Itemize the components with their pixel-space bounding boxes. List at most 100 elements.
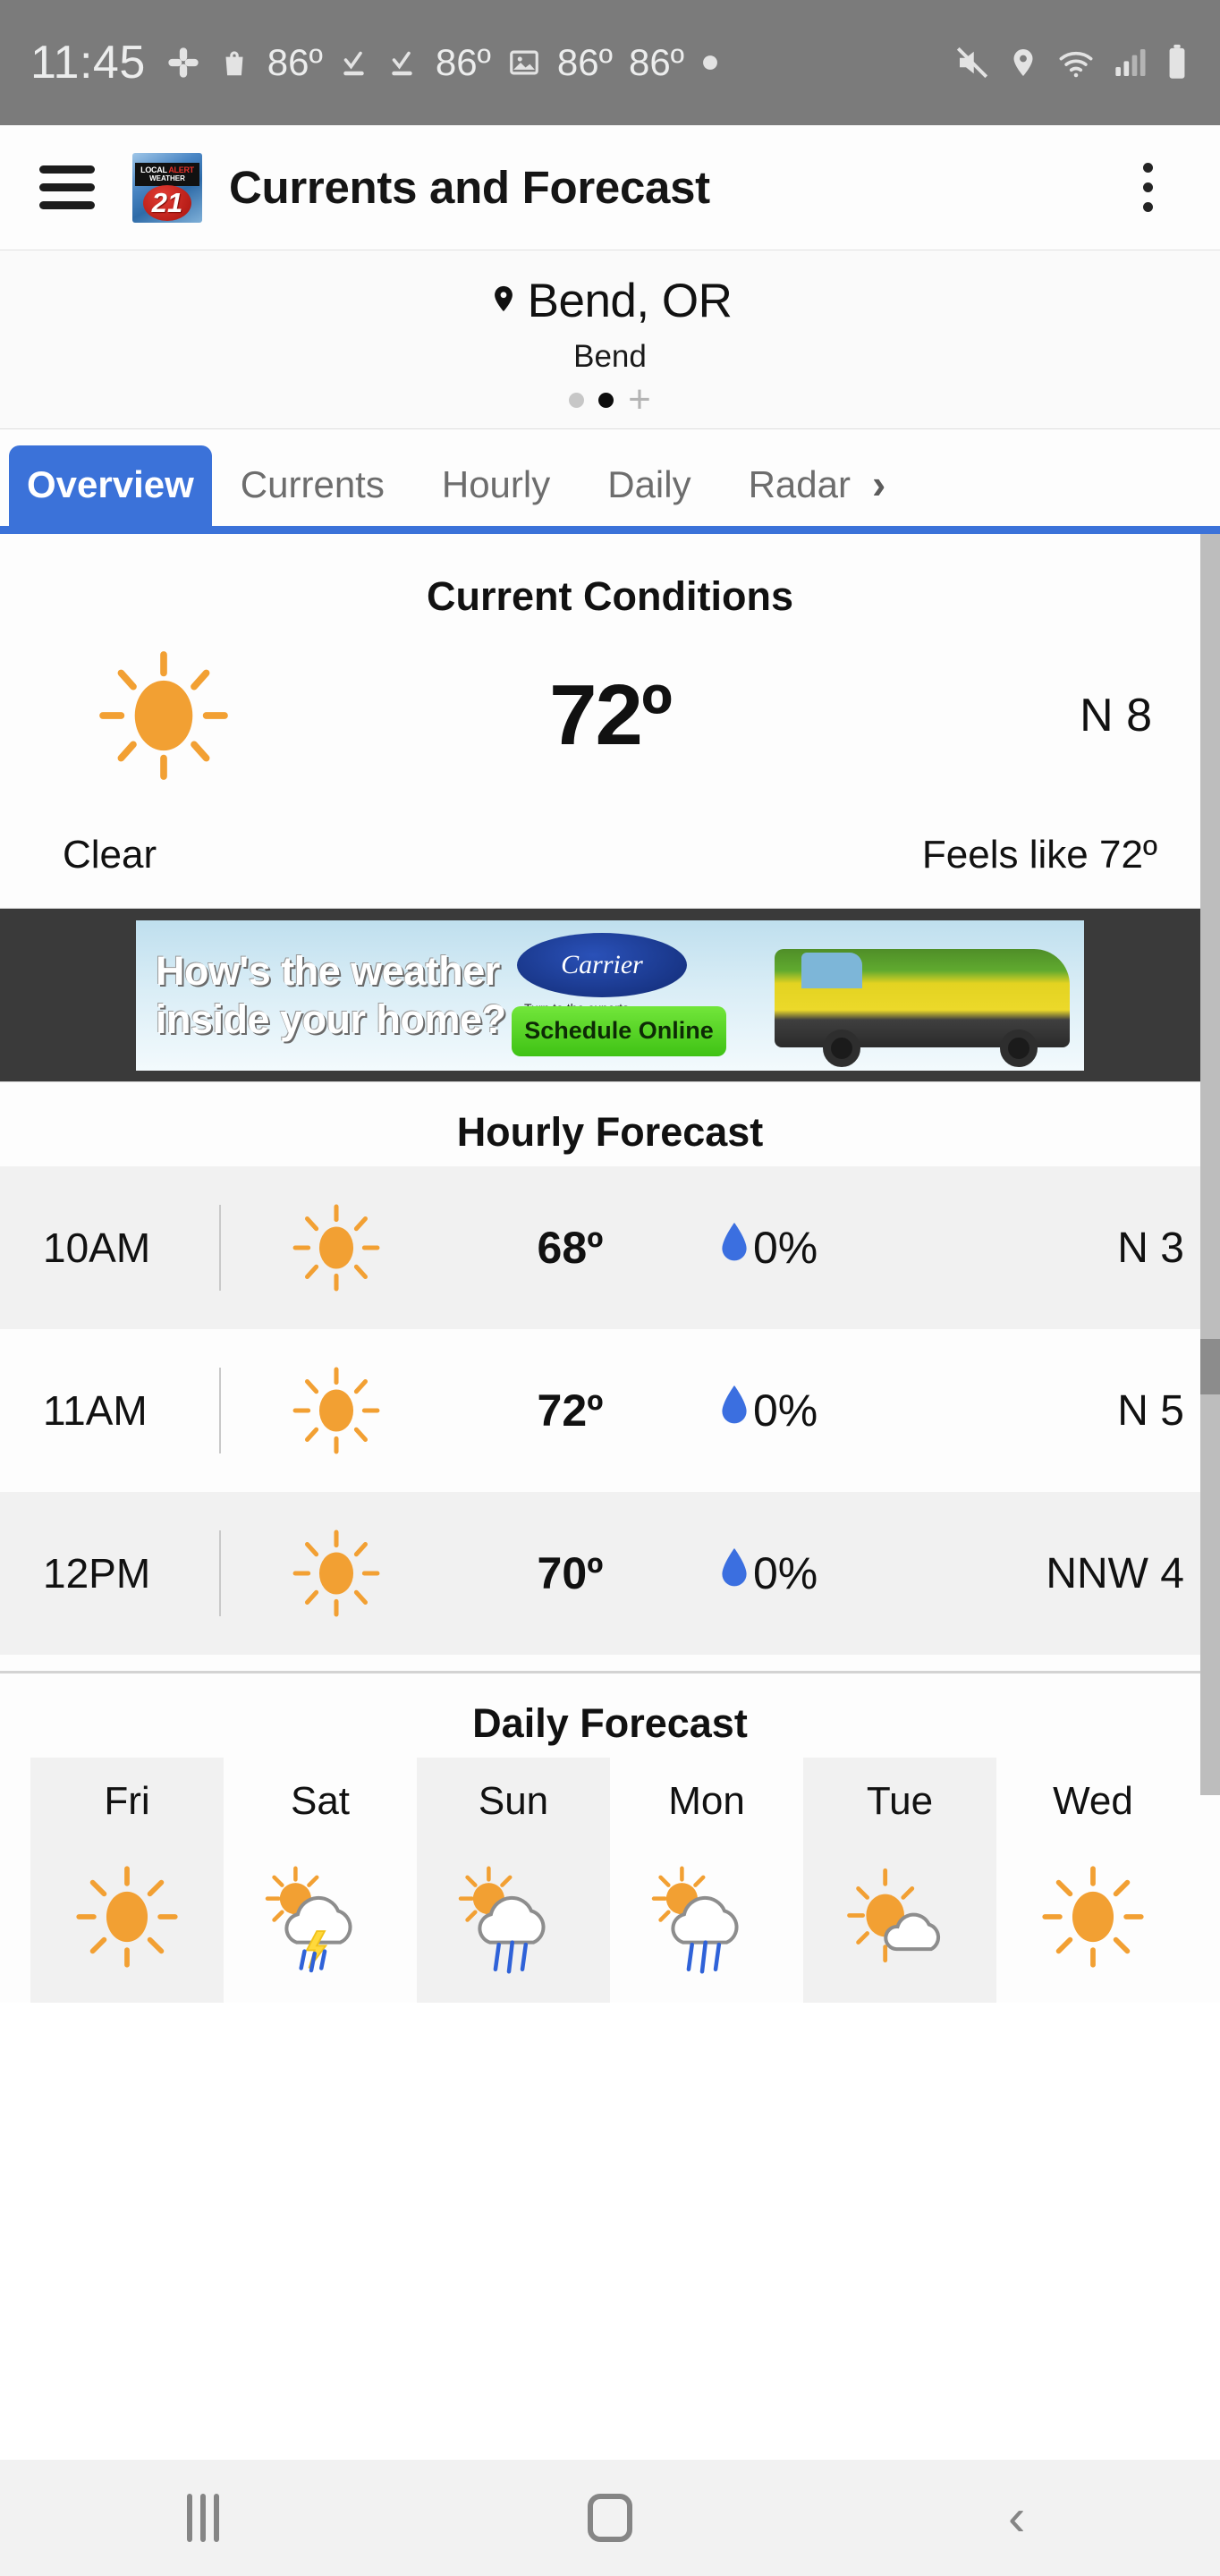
location-name[interactable]: Bend, OR	[528, 274, 733, 328]
tab-bar: Overview Currents Hourly Daily Radar ›	[0, 429, 1220, 534]
scrollbar-track[interactable]	[1200, 534, 1220, 1795]
location-header: Bend, OR Bend +	[0, 250, 1220, 429]
current-temperature: 72º	[549, 667, 673, 763]
tab-daily[interactable]: Daily	[579, 445, 719, 526]
list-item[interactable]: Mon	[610, 1758, 803, 2003]
home-icon[interactable]	[407, 2494, 814, 2542]
scroll-content: Current Conditions 72º N 8 Clear Feels l…	[0, 534, 1220, 2003]
sun-cloud-rain-icon	[417, 1860, 610, 1994]
logo-channel-number: 21	[151, 186, 183, 218]
current-condition-text: Clear	[63, 833, 157, 877]
list-item[interactable]: Fri	[30, 1758, 224, 2003]
signal-icon	[1113, 44, 1148, 81]
water-droplet-icon	[719, 1219, 750, 1276]
sun-icon	[30, 1860, 224, 1994]
list-item[interactable]: Tue	[803, 1758, 996, 2003]
slack-icon	[165, 45, 201, 80]
sun-icon	[251, 1523, 421, 1623]
status-temp-3: 86º	[556, 41, 613, 83]
sun-cloud-icon	[803, 1860, 996, 1994]
sun-icon	[251, 1198, 421, 1298]
download-complete-icon-2	[387, 46, 419, 80]
chevron-right-icon[interactable]: ›	[872, 460, 885, 526]
logo-alert-text: ALERT	[168, 165, 194, 174]
scrollbar-thumb[interactable]	[1200, 1339, 1220, 1394]
hourly-forecast-title: Hourly Forecast	[456, 1109, 764, 1155]
add-location-button[interactable]: +	[628, 380, 651, 419]
dot-icon	[700, 53, 720, 72]
status-notification-icons: 86º 86º 86º 86º	[165, 44, 953, 81]
list-item[interactable]: Sun	[417, 1758, 610, 2003]
pager-dot-1[interactable]	[569, 392, 585, 408]
hourly-wind: NNW 4	[1046, 1549, 1184, 1597]
image-icon	[507, 46, 541, 80]
daily-day-name: Mon	[668, 1779, 745, 1823]
tab-currents[interactable]: Currents	[212, 445, 413, 526]
table-row[interactable]: 11AM 72º 0% N 5	[0, 1329, 1220, 1492]
daily-forecast-title: Daily Forecast	[472, 1700, 748, 1746]
page-title: Currents and Forecast	[229, 162, 710, 213]
mute-icon	[953, 44, 991, 81]
app-bar: LOCAL ALERT WEATHER 21 Currents and Fore…	[0, 125, 1220, 250]
hourly-forecast-list: 10AM 68º 0% N 3 11AM 72º 0% N 5 12PM 70º…	[0, 1166, 1220, 1655]
tab-radar[interactable]: Radar	[720, 445, 879, 526]
tab-hourly[interactable]: Hourly	[413, 445, 579, 526]
location-pager: +	[0, 380, 1220, 419]
hourly-precip: 0%	[753, 1548, 818, 1598]
location-pin-icon	[488, 277, 519, 325]
sun-icon	[52, 640, 275, 792]
status-system-icons	[953, 43, 1190, 82]
status-temp-2: 86º	[435, 41, 491, 83]
hourly-time: 12PM	[43, 1550, 151, 1597]
hourly-wind: N 5	[1117, 1386, 1184, 1435]
ad-cta-button[interactable]: Schedule Online	[512, 1005, 726, 1056]
hourly-time: 11AM	[43, 1387, 148, 1434]
ad-brand-name: Carrier	[561, 949, 643, 979]
sun-cloud-rain-icon	[610, 1860, 803, 1994]
status-temp-1: 86º	[267, 41, 323, 83]
table-row[interactable]: 10AM 68º 0% N 3	[0, 1166, 1220, 1329]
status-time: 11:45	[30, 37, 146, 89]
location-icon	[1007, 44, 1039, 81]
ad-headline-line2: inside your home?	[156, 996, 506, 1042]
water-droplet-icon	[719, 1545, 750, 1602]
daily-day-name: Sat	[290, 1779, 351, 1823]
status-bar: 11:45 86º 86º 86º 86º	[0, 0, 1220, 125]
water-droplet-icon	[719, 1382, 750, 1439]
back-icon[interactable]: ‹	[813, 2492, 1220, 2544]
wifi-icon	[1055, 44, 1097, 81]
logo-weather-text: WEATHER	[149, 174, 185, 182]
list-item[interactable]: Wed	[996, 1758, 1190, 2003]
battery-icon	[1165, 43, 1190, 82]
download-complete-icon	[339, 46, 371, 80]
logo-local-text: LOCAL	[140, 165, 169, 174]
daily-forecast-list: Fri Sat Sun Mon Tue Wed	[0, 1758, 1220, 2003]
daily-day-name: Wed	[1053, 1779, 1133, 1823]
pager-dot-2[interactable]	[598, 392, 614, 408]
advertisement-banner[interactable]: How's the weather inside your home? Carr…	[0, 908, 1220, 1082]
ad-headline-line1: How's the weather	[156, 947, 500, 994]
hourly-precip: 0%	[753, 1223, 818, 1273]
current-conditions-card: Current Conditions 72º N 8 Clear Feels l…	[0, 534, 1220, 908]
hourly-wind: N 3	[1117, 1224, 1184, 1272]
daily-day-name: Tue	[866, 1779, 934, 1823]
list-item[interactable]: Sat	[224, 1758, 417, 2003]
daily-day-name: Fri	[104, 1779, 150, 1823]
table-row[interactable]: 12PM 70º 0% NNW 4	[0, 1492, 1220, 1655]
station-logo: LOCAL ALERT WEATHER 21	[132, 152, 202, 223]
tab-underline	[0, 526, 1220, 534]
hourly-precip: 0%	[753, 1385, 818, 1436]
current-wind: N 8	[1080, 690, 1152, 741]
recents-icon[interactable]	[0, 2494, 407, 2542]
current-conditions-title: Current Conditions	[427, 573, 793, 619]
daily-day-name: Sun	[478, 1779, 549, 1823]
status-temp-4: 86º	[628, 41, 685, 83]
hourly-temperature: 70º	[537, 1548, 604, 1598]
sun-icon	[251, 1360, 421, 1461]
tab-overview[interactable]: Overview	[9, 445, 212, 526]
service-van-image	[762, 920, 1084, 1071]
location-sublabel: Bend	[573, 339, 647, 374]
hamburger-icon[interactable]	[39, 165, 95, 209]
kebab-menu-icon[interactable]	[1123, 163, 1172, 212]
feels-like-text: Feels like 72º	[921, 833, 1157, 877]
